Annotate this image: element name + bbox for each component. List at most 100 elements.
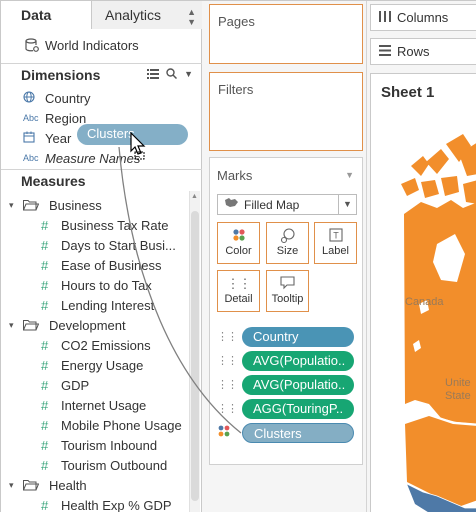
expand-caret-icon[interactable]: ▾ [9, 200, 23, 211]
canada-map-label: Canada [405, 296, 444, 308]
measure-label: Ease of Business [61, 257, 162, 273]
measure-field[interactable]: # Lending Interest [41, 295, 154, 315]
label-text-icon: T [315, 223, 356, 245]
tooltip-bubble-icon [267, 271, 308, 293]
sort-arrows-icon[interactable]: ▲ ▼ [187, 7, 196, 27]
worksheet-area: Columns Rows Sheet 1 Canada Unite State [367, 1, 476, 512]
measure-field[interactable]: # Energy Usage [41, 355, 143, 375]
folder-label: Development [49, 317, 126, 333]
folder-icon [23, 320, 39, 331]
number-type-icon: # [41, 277, 49, 293]
measure-field[interactable]: # Health Exp % GDP [41, 495, 172, 512]
marks-pill-row[interactable]: ⋮⋮ AVG(Populatio.. [217, 374, 354, 395]
country-pill[interactable]: Country [242, 326, 354, 347]
marks-label: Marks [217, 168, 253, 183]
folder-label: Health [49, 477, 87, 493]
datasource-item[interactable]: World Indicators [25, 37, 139, 53]
label-button[interactable]: T Label [314, 222, 357, 264]
tab-analytics-label: Analytics [105, 7, 162, 23]
number-type-icon: # [41, 337, 49, 353]
color-dots-icon [218, 223, 259, 245]
folder-business[interactable]: ▾ Business [9, 195, 102, 215]
dimension-field[interactable]: Abc Region [23, 108, 86, 128]
marks-pill-row[interactable]: ⋮⋮ Country [217, 326, 354, 347]
detail-button[interactable]: ⋮⋮ Detail [217, 270, 260, 312]
united-map-label: Unite [445, 377, 471, 389]
measures-scrollbar[interactable]: ▲ [189, 191, 200, 512]
globe-icon [23, 91, 45, 105]
filled-map[interactable] [371, 104, 476, 512]
measure-field[interactable]: # Tourism Outbound [41, 455, 167, 475]
size-button[interactable]: Size [266, 222, 309, 264]
measure-field[interactable]: # Days to Start Busi... [41, 235, 176, 255]
marks-pill-row[interactable]: ⋮⋮ AGG(TouringP.. [217, 398, 354, 419]
dimension-field[interactable]: Year [23, 128, 71, 148]
filters-shelf[interactable]: Filters [209, 72, 363, 151]
tab-analytics[interactable]: Analytics ▲ ▼ [91, 1, 202, 29]
marks-pill-row[interactable]: Clusters [217, 422, 354, 443]
number-type-icon: # [41, 217, 49, 233]
number-type-icon: # [41, 437, 49, 453]
measure-field[interactable]: # Tourism Inbound [41, 435, 157, 455]
mark-type-value: Filled Map [244, 197, 300, 212]
folder-label: Business [49, 197, 102, 213]
measure-pill[interactable]: AGG(TouringP.. [242, 398, 354, 419]
measure-label: Mobile Phone Usage [61, 417, 182, 433]
detail-dots-icon: ⋮⋮ [217, 331, 238, 343]
states-map-label: State [445, 390, 471, 402]
measure-label: Days to Start Busi... [61, 237, 176, 253]
dropdown-arrow-icon[interactable]: ▼ [338, 195, 356, 214]
dimension-field[interactable]: Country [23, 88, 91, 108]
scroll-up-arrow-icon[interactable]: ▲ [191, 193, 198, 200]
measure-field[interactable]: # Ease of Business [41, 255, 161, 275]
dropdown-arrow-icon[interactable]: ▼ [184, 69, 193, 79]
label-label: Label [322, 245, 349, 257]
measure-label: Energy Usage [61, 357, 144, 373]
dimensions-tools: ▼ [147, 68, 193, 79]
pages-label: Pages [218, 14, 255, 29]
dropdown-arrow-icon[interactable]: ▼ [345, 170, 354, 180]
string-type-icon: Abc [23, 153, 39, 163]
number-type-icon: # [41, 297, 49, 313]
measure-field[interactable]: # CO2 Emissions [41, 335, 151, 355]
dimension-label: Country [45, 90, 91, 106]
measure-field[interactable]: # Hours to do Tax [41, 275, 152, 295]
tab-data[interactable]: Data [1, 1, 91, 29]
detail-dots-icon: ⋮⋮ [217, 403, 238, 415]
color-button[interactable]: Color [217, 222, 260, 264]
number-type-icon: # [41, 257, 49, 273]
tooltip-label: Tooltip [271, 293, 304, 305]
expand-caret-icon[interactable]: ▾ [9, 480, 23, 491]
number-type-icon: # [41, 357, 49, 373]
string-type-icon: Abc [23, 113, 39, 123]
rows-shelf[interactable]: Rows [370, 38, 476, 65]
measure-pill[interactable]: AVG(Populatio.. [242, 350, 354, 371]
measure-label: Tourism Inbound [61, 437, 158, 453]
search-icon[interactable] [166, 68, 178, 79]
folder-health[interactable]: ▾ Health [9, 475, 87, 495]
detail-dots-icon: ⋮⋮ [217, 355, 238, 367]
measure-field[interactable]: # GDP [41, 375, 89, 395]
tooltip-button[interactable]: Tooltip [266, 270, 309, 312]
expand-caret-icon[interactable]: ▾ [9, 320, 23, 331]
measure-label: GDP [61, 377, 90, 393]
folder-development[interactable]: ▾ Development [9, 315, 126, 335]
measure-pill[interactable]: AVG(Populatio.. [242, 374, 354, 395]
measure-field[interactable]: # Mobile Phone Usage [41, 415, 182, 435]
dimensions-header: Dimensions [21, 67, 101, 83]
marks-pill-row[interactable]: ⋮⋮ AVG(Populatio.. [217, 350, 354, 371]
dimension-field[interactable]: Abc Measure Names [23, 148, 140, 168]
measure-field[interactable]: # Business Tax Rate [41, 215, 168, 235]
mark-type-select[interactable]: Filled Map ▼ [217, 194, 357, 215]
columns-shelf[interactable]: Columns [370, 4, 476, 31]
number-type-icon: # [41, 417, 49, 433]
color-label: Color [225, 245, 252, 257]
pane-tabs: Data Analytics ▲ ▼ [1, 1, 202, 29]
scrollbar-thumb[interactable] [191, 211, 199, 501]
pages-shelf[interactable]: Pages [209, 4, 363, 64]
number-type-icon: # [41, 377, 49, 393]
clusters-pill[interactable]: Clusters [242, 422, 354, 443]
measure-field[interactable]: # Internet Usage [41, 395, 146, 415]
list-view-icon[interactable] [147, 68, 160, 79]
rows-label: Rows [397, 44, 430, 59]
